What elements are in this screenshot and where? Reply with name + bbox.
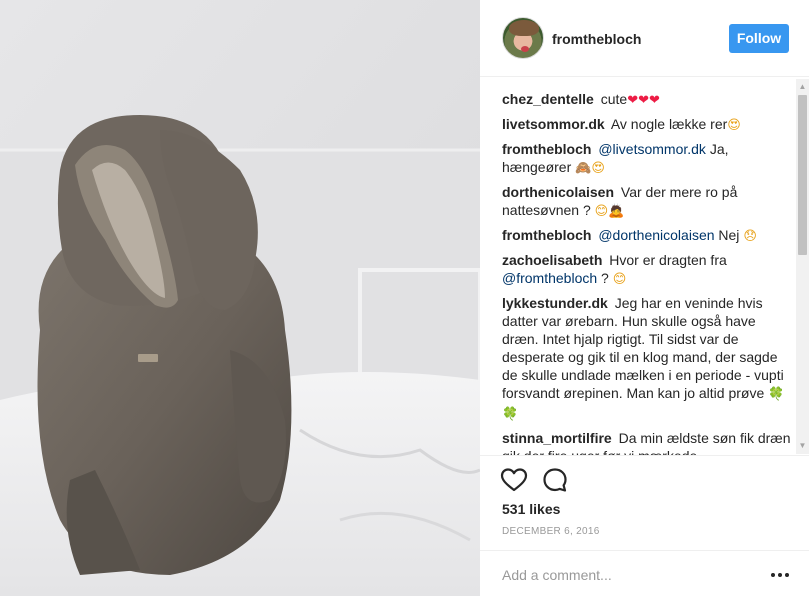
- scroll-down-arrow-icon[interactable]: ▼: [796, 438, 809, 454]
- comment-item: fromthebloch @dorthenicolaisen Nej 😞: [502, 226, 794, 246]
- comment-text-suffix: ?: [601, 270, 609, 286]
- comment-text: cute: [600, 91, 628, 107]
- emoji-group: 😊🙇: [594, 204, 625, 219]
- comment-item: livetsommor.dk Av nogle lække rer😍: [502, 115, 794, 135]
- scroll-thumb[interactable]: [798, 95, 807, 255]
- comment-text: Hvor er dragten fra: [609, 252, 727, 268]
- post-photo: [0, 0, 480, 596]
- emoji-group: 🙈😍: [575, 161, 605, 176]
- comment-mention[interactable]: @fromthebloch: [502, 270, 597, 286]
- comment-username[interactable]: zachoelisabeth: [502, 252, 602, 268]
- more-dot: [771, 573, 775, 577]
- comment-username[interactable]: dorthenicolaisen: [502, 184, 614, 200]
- post-header: fromthebloch Follow: [480, 0, 809, 77]
- comment-item: lykkestunder.dk Jeg har en veninde hvis …: [502, 294, 794, 424]
- more-dot: [778, 573, 782, 577]
- comment-mention[interactable]: @dorthenicolaisen: [598, 227, 714, 243]
- comment-item: stinna_mortilfire Da min ældste søn fik …: [502, 429, 794, 455]
- add-comment-bar: [480, 550, 809, 596]
- more-options-icon[interactable]: [771, 565, 791, 583]
- smile-emoji: 😊: [612, 272, 627, 287]
- comment-username[interactable]: fromthebloch: [502, 141, 591, 157]
- avatar-hair: [509, 20, 539, 36]
- comments-list[interactable]: chez_dentelle cute❤❤❤ livetsommor.dk Av …: [502, 90, 794, 455]
- avatar-mouth: [521, 46, 529, 52]
- comment-username[interactable]: chez_dentelle: [502, 91, 594, 107]
- add-comment-input[interactable]: [502, 565, 752, 585]
- comment-bubble-icon[interactable]: [541, 466, 569, 494]
- heart-icon[interactable]: [500, 466, 528, 494]
- post-actions: 531 likes DECEMBER 6, 2016: [480, 455, 809, 596]
- follow-button[interactable]: Follow: [729, 24, 789, 53]
- comment-item: zachoelisabeth Hvor er dragten fra @from…: [502, 251, 794, 289]
- comment-item: dorthenicolaisen Var der mere ro på natt…: [502, 183, 794, 221]
- avatar[interactable]: [502, 17, 544, 59]
- heart-emoji: ❤❤❤: [627, 93, 660, 108]
- comment-text: Nej: [718, 227, 740, 243]
- scroll-up-arrow-icon[interactable]: ▲: [796, 79, 809, 95]
- comment-username[interactable]: fromthebloch: [502, 227, 591, 243]
- comment-text: Av nogle lække rer: [610, 116, 728, 132]
- post-date: DECEMBER 6, 2016: [502, 526, 600, 537]
- disappointed-emoji: 😞: [743, 229, 757, 244]
- comment-mention[interactable]: @livetsommor.dk: [598, 141, 706, 157]
- heart-eyes-emoji: 😍: [727, 118, 741, 133]
- post-side-panel: fromthebloch Follow chez_dentelle cute❤❤…: [480, 0, 809, 596]
- comments-scrollbar[interactable]: ▲ ▼: [796, 79, 809, 454]
- likes-count[interactable]: 531 likes: [502, 501, 560, 517]
- post-username[interactable]: fromthebloch: [552, 31, 641, 47]
- more-dot: [785, 573, 789, 577]
- photo-illustration: [0, 0, 480, 596]
- comment-username[interactable]: livetsommor.dk: [502, 116, 605, 132]
- comment-item: chez_dentelle cute❤❤❤: [502, 90, 794, 110]
- comment-username[interactable]: stinna_mortilfire: [502, 430, 612, 446]
- comment-username[interactable]: lykkestunder.dk: [502, 295, 608, 311]
- comment-item: fromthebloch @livetsommor.dk Ja, hængeør…: [502, 140, 794, 178]
